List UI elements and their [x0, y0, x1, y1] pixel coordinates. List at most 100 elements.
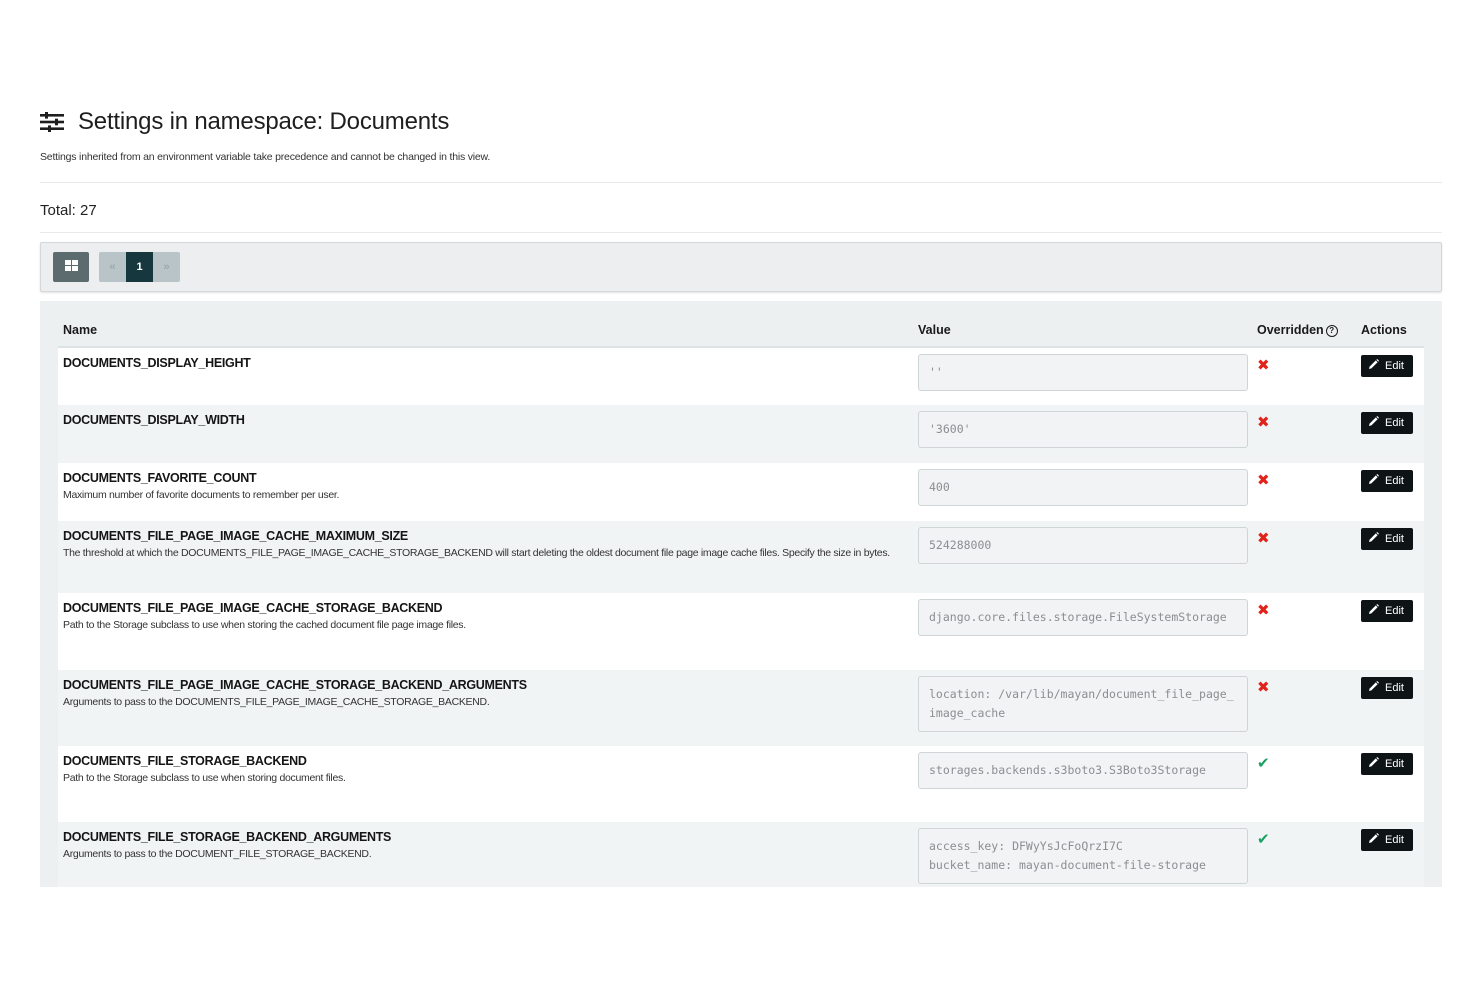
column-header-name[interactable]: Name [58, 315, 913, 348]
setting-value-field[interactable]: storages.backends.s3boto3.S3Boto3Storage [918, 752, 1248, 789]
setting-name-cell: DOCUMENTS_FILE_STORAGE_BACKEND_ARGUMENTS… [58, 822, 913, 887]
total-divider [40, 232, 1442, 233]
cross-icon: ✖ [1257, 414, 1270, 431]
edit-button-label: Edit [1385, 533, 1404, 545]
setting-name-cell: DOCUMENTS_FILE_PAGE_IMAGE_CACHE_MAXIMUM_… [58, 521, 913, 593]
edit-button[interactable]: Edit [1361, 470, 1413, 492]
edit-button[interactable]: Edit [1361, 753, 1413, 775]
table-row: DOCUMENTS_DISPLAY_WIDTH '3600' ✖ Edit [58, 405, 1424, 463]
pagination-prev[interactable]: « [99, 252, 126, 282]
edit-button-label: Edit [1385, 758, 1404, 770]
pencil-icon [1368, 757, 1379, 771]
setting-name: DOCUMENTS_FILE_PAGE_IMAGE_CACHE_MAXIMUM_… [63, 529, 408, 543]
edit-button-label: Edit [1385, 360, 1404, 372]
grid-icon [64, 258, 78, 276]
setting-value-cell: 524288000 [913, 521, 1252, 593]
overridden-cell: ✖ [1252, 593, 1356, 670]
setting-name: DOCUMENTS_FILE_PAGE_IMAGE_CACHE_STORAGE_… [63, 678, 527, 692]
column-header-overridden-label: Overridden [1257, 323, 1324, 337]
pencil-icon [1368, 681, 1379, 695]
page-title: Settings in namespace: Documents [78, 108, 450, 135]
actions-cell: Edit [1356, 746, 1424, 822]
check-icon: ✔ [1257, 755, 1270, 772]
edit-button-label: Edit [1385, 417, 1404, 429]
setting-name: DOCUMENTS_FILE_PAGE_IMAGE_CACHE_STORAGE_… [63, 601, 443, 615]
edit-button[interactable]: Edit [1361, 829, 1413, 851]
overridden-cell: ✔ [1252, 746, 1356, 822]
cross-icon: ✖ [1257, 357, 1270, 374]
setting-value-cell: 400 [913, 463, 1252, 521]
table-row: DOCUMENTS_DISPLAY_HEIGHT '' ✖ Edit [58, 347, 1424, 405]
overridden-cell: ✔ [1252, 822, 1356, 887]
overridden-cell: ✖ [1252, 670, 1356, 746]
setting-value-field[interactable]: 524288000 [918, 527, 1248, 564]
pagination-page-1[interactable]: 1 [126, 252, 153, 282]
pencil-icon [1368, 833, 1379, 847]
edit-button[interactable]: Edit [1361, 355, 1413, 377]
grid-view-button[interactable] [53, 252, 89, 282]
actions-cell: Edit [1356, 347, 1424, 405]
setting-description: Arguments to pass to the DOCUMENT_FILE_S… [63, 848, 372, 860]
setting-description: The threshold at which the DOCUMENTS_FIL… [63, 547, 890, 559]
edit-button[interactable]: Edit [1361, 600, 1413, 622]
table-row: DOCUMENTS_FILE_STORAGE_BACKEND_ARGUMENTS… [58, 822, 1424, 887]
pencil-icon [1368, 359, 1379, 373]
cross-icon: ✖ [1257, 472, 1270, 489]
overridden-cell: ✖ [1252, 521, 1356, 593]
setting-description: Path to the Storage subclass to use when… [63, 619, 466, 631]
actions-cell: Edit [1356, 593, 1424, 670]
actions-cell: Edit [1356, 521, 1424, 593]
setting-value-cell: storages.backends.s3boto3.S3Boto3Storage [913, 746, 1252, 822]
edit-button-label: Edit [1385, 682, 1404, 694]
page-subtitle: Settings inherited from an environment v… [40, 151, 491, 163]
table-row: DOCUMENTS_FILE_PAGE_IMAGE_CACHE_MAXIMUM_… [58, 521, 1424, 593]
setting-name-cell: DOCUMENTS_FAVORITE_COUNT Maximum number o… [58, 463, 913, 521]
setting-description: Arguments to pass to the DOCUMENTS_FILE_… [63, 696, 490, 708]
edit-button-label: Edit [1385, 475, 1404, 487]
setting-name: DOCUMENTS_DISPLAY_WIDTH [63, 413, 245, 427]
setting-value-cell: django.core.files.storage.FileSystemStor… [913, 593, 1252, 670]
help-icon[interactable]: ? [1325, 325, 1338, 337]
setting-name: DOCUMENTS_FILE_STORAGE_BACKEND [63, 754, 307, 768]
setting-description: Path to the Storage subclass to use when… [63, 772, 346, 784]
settings-table-panel: Name Value Overridden? Actions DOCUMENTS… [40, 301, 1442, 887]
pencil-icon [1368, 604, 1379, 618]
setting-value-cell: access_key: DFWyYsJcFoQrzI7C bucket_name… [913, 822, 1252, 887]
setting-name-cell: DOCUMENTS_FILE_PAGE_IMAGE_CACHE_STORAGE_… [58, 670, 913, 746]
setting-name-cell: DOCUMENTS_DISPLAY_WIDTH [58, 405, 913, 463]
pagination-next[interactable]: » [153, 252, 180, 282]
setting-value-field[interactable]: location: /var/lib/mayan/document_file_p… [918, 676, 1248, 732]
actions-cell: Edit [1356, 463, 1424, 521]
column-header-overridden[interactable]: Overridden? [1252, 315, 1356, 348]
setting-name-cell: DOCUMENTS_FILE_STORAGE_BACKEND Path to th… [58, 746, 913, 822]
setting-value-field[interactable]: '3600' [918, 411, 1248, 448]
table-row: DOCUMENTS_FILE_STORAGE_BACKEND Path to th… [58, 746, 1424, 822]
actions-cell: Edit [1356, 822, 1424, 887]
setting-value-field[interactable]: access_key: DFWyYsJcFoQrzI7C bucket_name… [918, 828, 1248, 884]
cross-icon: ✖ [1257, 602, 1270, 619]
total-count: Total: 27 [40, 202, 97, 219]
edit-button[interactable]: Edit [1361, 412, 1413, 434]
pencil-icon [1368, 416, 1379, 430]
column-header-value[interactable]: Value [913, 315, 1252, 348]
column-header-actions: Actions [1356, 315, 1424, 348]
overridden-cell: ✖ [1252, 463, 1356, 521]
settings-page: Settings in namespace: Documents Setting… [0, 0, 1480, 987]
actions-cell: Edit [1356, 405, 1424, 463]
page-bottom-area [0, 887, 1480, 987]
table-row: DOCUMENTS_FILE_PAGE_IMAGE_CACHE_STORAGE_… [58, 670, 1424, 746]
cross-icon: ✖ [1257, 679, 1270, 696]
setting-value-field[interactable]: 400 [918, 469, 1248, 506]
edit-button-label: Edit [1385, 605, 1404, 617]
setting-value-field[interactable]: django.core.files.storage.FileSystemStor… [918, 599, 1248, 636]
setting-name-cell: DOCUMENTS_DISPLAY_HEIGHT [58, 347, 913, 405]
setting-value-field[interactable]: '' [918, 354, 1248, 391]
edit-button[interactable]: Edit [1361, 528, 1413, 550]
pencil-icon [1368, 474, 1379, 488]
setting-name-cell: DOCUMENTS_FILE_PAGE_IMAGE_CACHE_STORAGE_… [58, 593, 913, 670]
setting-value-cell: location: /var/lib/mayan/document_file_p… [913, 670, 1252, 746]
table-row: DOCUMENTS_FILE_PAGE_IMAGE_CACHE_STORAGE_… [58, 593, 1424, 670]
edit-button[interactable]: Edit [1361, 677, 1413, 699]
setting-value-cell: '' [913, 347, 1252, 405]
actions-cell: Edit [1356, 670, 1424, 746]
